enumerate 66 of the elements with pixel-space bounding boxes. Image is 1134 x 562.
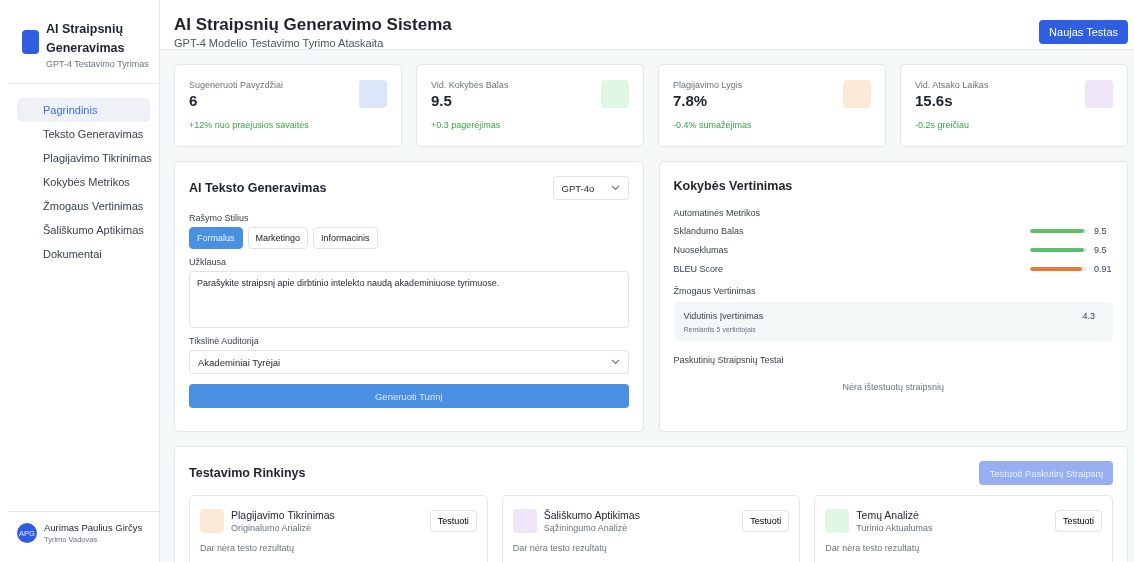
test-title: Plagijavimo Tikrinimas xyxy=(231,509,336,521)
test-button[interactable]: Testuoti xyxy=(1054,510,1102,532)
stat-value: 7.8% xyxy=(673,92,709,109)
stat-value: 9.5 xyxy=(431,92,453,109)
test-button[interactable]: Testuoti xyxy=(429,510,477,532)
stat-change: -0.2s greičiau xyxy=(915,120,971,130)
metric-value: 9.5 xyxy=(1094,244,1108,255)
empty-message: Nėra ištestuotų straipsnių xyxy=(841,382,946,392)
test-subtitle: Turinio Aktualumas xyxy=(856,523,934,533)
test-button[interactable]: Testuoti xyxy=(742,510,790,532)
user-name: Aurimas Paulius Girčys xyxy=(44,522,143,533)
section-label: Žmogaus Vertinimas xyxy=(673,286,757,296)
metric-bar xyxy=(1030,247,1087,252)
test-result: Dar nėra testo rezultatų xyxy=(825,543,921,553)
stat-change: -0.4% sumažėjimas xyxy=(673,120,753,130)
sidebar-item[interactable]: Šališkumo Aptikimas xyxy=(17,218,150,242)
rating-label: Vidutinis Įvertinimas xyxy=(683,311,764,321)
field-label: Rašymo Stilius xyxy=(189,213,250,223)
panel-title: AI Teksto Generavimas xyxy=(189,181,327,195)
section-label: Automatinės Metrikos xyxy=(673,208,762,218)
model-select[interactable]: GPT-4o xyxy=(552,176,629,200)
field-label: Užklausa xyxy=(189,257,227,267)
app-title: AI Straipsnių Generavimas xyxy=(46,21,126,57)
style-option[interactable]: Marketingo xyxy=(247,227,309,249)
stat-value: 15.6s xyxy=(915,92,954,109)
sidebar-item[interactable]: Dokumentai xyxy=(17,242,150,266)
test-title: Temų Analizė xyxy=(856,509,920,521)
chevron-icon xyxy=(610,359,620,365)
rating-value: 4.3 xyxy=(1082,311,1095,321)
sidebar-item[interactable]: Kokybės Metrikos xyxy=(17,170,150,194)
panel-title: Kokybės Vertinimas xyxy=(673,179,794,193)
page-subtitle: GPT-4 Modelio Testavimo Tyrimo Ataskaita xyxy=(174,37,385,49)
metric-bar xyxy=(1030,266,1087,271)
audience-select[interactable]: Akademiniai Tyrėjai xyxy=(189,350,629,374)
prompt-field[interactable]: Parašykite straipsnį apie dirbtinio intelekto naudą akademiniuose tyrimuose. xyxy=(189,271,629,328)
sidebar-item[interactable]: Teksto Generavimas xyxy=(17,122,150,146)
metric-value: 0.91 xyxy=(1094,263,1110,274)
page-title: AI Straipsnių Generavimo Sistema xyxy=(174,14,452,36)
stat-label: Vid. Atsako Laikas xyxy=(915,80,989,90)
app-subtitle: GPT-4 Testavimo Tyrimas xyxy=(46,59,150,69)
metric-name: Sklandumo Balas xyxy=(673,225,745,236)
section-label: Paskutinių Straipsnių Testai xyxy=(673,355,785,365)
style-option[interactable]: Informacinis xyxy=(313,227,378,249)
stat-change: +0.3 pagerėjimas xyxy=(431,120,502,130)
test-result: Dar nėra testo rezultatų xyxy=(200,543,296,553)
sidebar-item[interactable]: Pagrindinis xyxy=(17,98,150,122)
test-result: Dar nėra testo rezultatų xyxy=(512,543,608,553)
panel-title: Testavimo Rinkinys xyxy=(189,466,306,480)
stat-label: Plagijavimo Lygis xyxy=(673,80,743,90)
test-title: Šališkumo Aptikimas xyxy=(543,509,641,521)
sidebar-item[interactable]: Plagijavimo Tikrinimas xyxy=(17,146,150,170)
chevron-icon xyxy=(610,185,620,191)
test-subtitle: Originalumo Analizė xyxy=(231,523,313,533)
field-label: Tikslinė Auditorija xyxy=(189,336,260,346)
stat-label: Vid. Kokybės Balas xyxy=(431,80,509,90)
test-subtitle: Sąžiningumo Analizė xyxy=(543,523,629,533)
stat-label: Sugeneruoti Pavyzdžiai xyxy=(189,80,284,90)
metric-name: Nuoseklumas xyxy=(673,244,730,255)
metric-bar xyxy=(1030,228,1087,233)
stat-value: 6 xyxy=(189,92,199,109)
metric-name: BLEU Score xyxy=(673,263,725,274)
stat-change: +12% nuo praėjusios savaitės xyxy=(189,120,310,130)
logo-icon xyxy=(22,30,39,54)
metric-value: 9.5 xyxy=(1094,225,1108,236)
new-test-button[interactable]: Naujas Testas xyxy=(1039,20,1128,44)
sidebar-item[interactable]: Žmogaus Vertinimas xyxy=(17,194,150,218)
